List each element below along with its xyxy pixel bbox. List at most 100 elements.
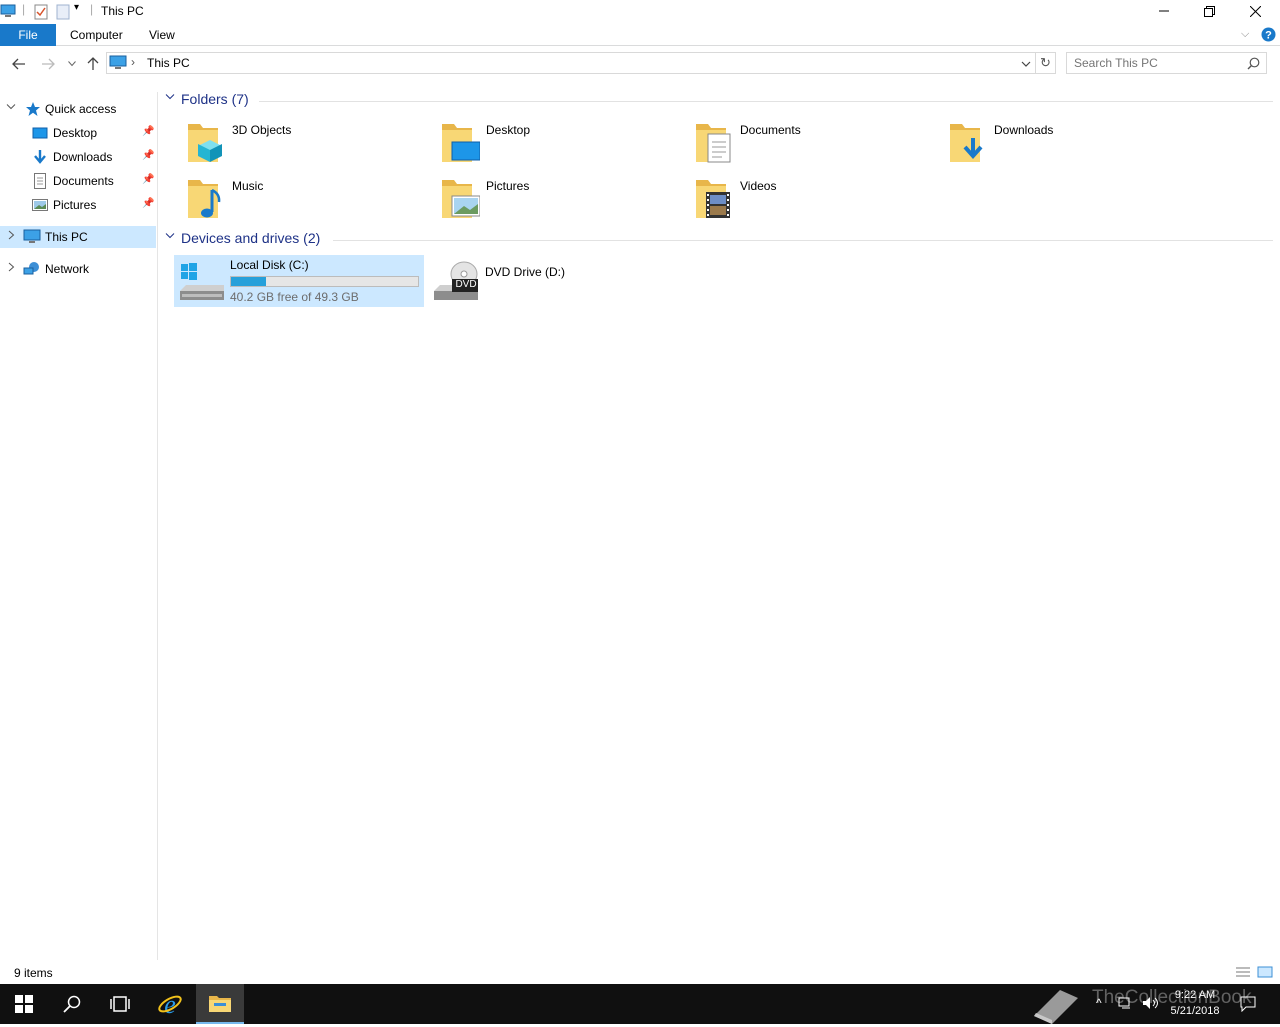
music-folder-icon: [186, 176, 221, 220]
desktop-icon: [32, 125, 48, 141]
minimize-button[interactable]: [1141, 0, 1187, 22]
item-count: 9 items: [14, 966, 53, 980]
address-bar[interactable]: › This PC: [106, 52, 1036, 74]
drive-local-disk-c[interactable]: Local Disk (C:) 40.2 GB free of 49.3 GB: [174, 255, 424, 307]
pin-icon[interactable]: 📌: [142, 174, 154, 185]
pictures-folder-icon: [440, 176, 481, 220]
navigation-pane: Quick access Desktop 📌 Downloads 📌 Docum…: [0, 92, 158, 960]
nav-label: Quick access: [45, 102, 117, 116]
star-icon: [25, 101, 41, 117]
folder-label: Documents: [740, 123, 801, 137]
restore-button[interactable]: [1186, 0, 1232, 22]
start-button[interactable]: [0, 984, 48, 1024]
search-icon[interactable]: [1247, 57, 1260, 73]
show-hidden-icons-icon[interactable]: ^: [1096, 996, 1102, 1010]
collapse-chevron-icon[interactable]: [165, 92, 175, 104]
book-logo-icon: [1030, 984, 1082, 1027]
this-pc-icon: [23, 229, 41, 245]
folder-label: Desktop: [486, 123, 531, 137]
drive-dvd-d[interactable]: DVD DVD Drive (D:): [428, 255, 678, 307]
nav-label: Documents: [53, 174, 114, 188]
breadcrumb-this-pc[interactable]: This PC: [147, 56, 190, 70]
nav-label: This PC: [45, 230, 88, 244]
action-center-icon[interactable]: [1240, 996, 1256, 1015]
clock-time: 9:22 AM: [1174, 989, 1216, 1001]
title-bar: | ▾ | This PC: [0, 0, 1280, 24]
help-icon[interactable]: ?: [1261, 27, 1276, 45]
expand-ribbon-icon[interactable]: ⌵: [1241, 28, 1249, 41]
dvd-badge: DVD: [455, 279, 477, 290]
group-header-devices[interactable]: Devices and drives (2): [165, 230, 1273, 250]
task-view-button[interactable]: [96, 984, 144, 1024]
search-box[interactable]: [1066, 52, 1267, 74]
refresh-button[interactable]: ↻: [1036, 52, 1056, 74]
search-button[interactable]: [48, 984, 96, 1024]
back-button[interactable]: [9, 54, 29, 74]
nav-item-downloads[interactable]: Downloads 📌: [0, 146, 156, 168]
nav-this-pc[interactable]: This PC: [0, 226, 156, 248]
nav-item-desktop[interactable]: Desktop 📌: [0, 122, 156, 144]
large-icons-view-icon[interactable]: [1257, 965, 1273, 982]
breadcrumb-separator[interactable]: ›: [131, 55, 135, 69]
pin-icon[interactable]: 📌: [142, 126, 154, 137]
pin-icon[interactable]: 📌: [142, 198, 154, 209]
folder-3d-objects[interactable]: 3D Objects: [176, 118, 426, 170]
nav-label: Pictures: [53, 198, 97, 212]
nav-item-documents[interactable]: Documents 📌: [0, 170, 156, 192]
svg-text:e: e: [164, 991, 176, 1017]
nav-label: Desktop: [53, 126, 98, 140]
customize-qat-icon[interactable]: ▾: [74, 2, 79, 13]
folder-pictures[interactable]: Pictures: [430, 174, 680, 226]
system-clock[interactable]: 9:22 AM 5/21/2018: [1160, 987, 1230, 1019]
network-icon: [23, 261, 39, 277]
documents-folder-icon: [694, 120, 731, 164]
tab-file[interactable]: File: [0, 24, 56, 46]
address-dropdown-icon[interactable]: [1021, 57, 1031, 71]
group-header-folders[interactable]: Folders (7): [165, 91, 1273, 111]
address-row: › This PC ↻: [0, 46, 1280, 80]
window-title: This PC: [101, 4, 144, 18]
collapse-chevron-icon[interactable]: [6, 102, 16, 114]
new-folder-icon[interactable]: [56, 4, 70, 23]
folder-documents[interactable]: Documents: [684, 118, 934, 170]
folder-label: Pictures: [486, 179, 530, 193]
properties-icon[interactable]: [34, 4, 48, 23]
folder-label: 3D Objects: [232, 123, 292, 137]
volume-icon[interactable]: [1142, 996, 1160, 1013]
expand-chevron-icon[interactable]: [8, 262, 15, 275]
search-input[interactable]: [1074, 56, 1244, 70]
nav-item-pictures[interactable]: Pictures 📌: [0, 194, 156, 216]
folder-label: Music: [232, 179, 264, 193]
drive-name: DVD Drive (D:): [485, 265, 565, 279]
close-button[interactable]: [1232, 0, 1278, 22]
tab-view[interactable]: View: [137, 24, 187, 46]
internet-explorer-icon[interactable]: e: [146, 984, 194, 1024]
file-explorer-taskbar-button[interactable]: [196, 984, 244, 1024]
group-title: Devices and drives (2): [181, 230, 321, 246]
downloads-icon: [32, 149, 48, 165]
svg-text:?: ?: [1265, 30, 1272, 42]
folder-desktop[interactable]: Desktop: [430, 118, 680, 170]
windows-drive-icon: [178, 261, 226, 308]
drive-usage-fill: [231, 277, 266, 286]
forward-button[interactable]: [38, 54, 58, 74]
nav-quick-access[interactable]: Quick access: [0, 98, 156, 120]
nav-network[interactable]: Network: [0, 258, 156, 280]
expand-chevron-icon[interactable]: [8, 230, 15, 243]
network-status-icon[interactable]: [1118, 996, 1134, 1013]
separator: |: [22, 2, 26, 16]
up-button[interactable]: [83, 54, 103, 74]
folder-downloads[interactable]: Downloads: [938, 118, 1188, 170]
recent-locations-chevron-icon[interactable]: [62, 54, 82, 74]
clock-date: 5/21/2018: [1170, 1005, 1220, 1017]
divider: [333, 240, 1273, 241]
details-view-icon[interactable]: [1235, 965, 1251, 982]
tab-computer[interactable]: Computer: [58, 24, 135, 46]
documents-icon: [32, 173, 48, 189]
downloads-folder-icon: [948, 120, 983, 164]
folder-music[interactable]: Music: [176, 174, 426, 226]
collapse-chevron-icon[interactable]: [165, 231, 175, 243]
pin-icon[interactable]: 📌: [142, 150, 154, 161]
folder-videos[interactable]: Videos: [684, 174, 934, 226]
this-pc-icon[interactable]: [0, 4, 16, 21]
